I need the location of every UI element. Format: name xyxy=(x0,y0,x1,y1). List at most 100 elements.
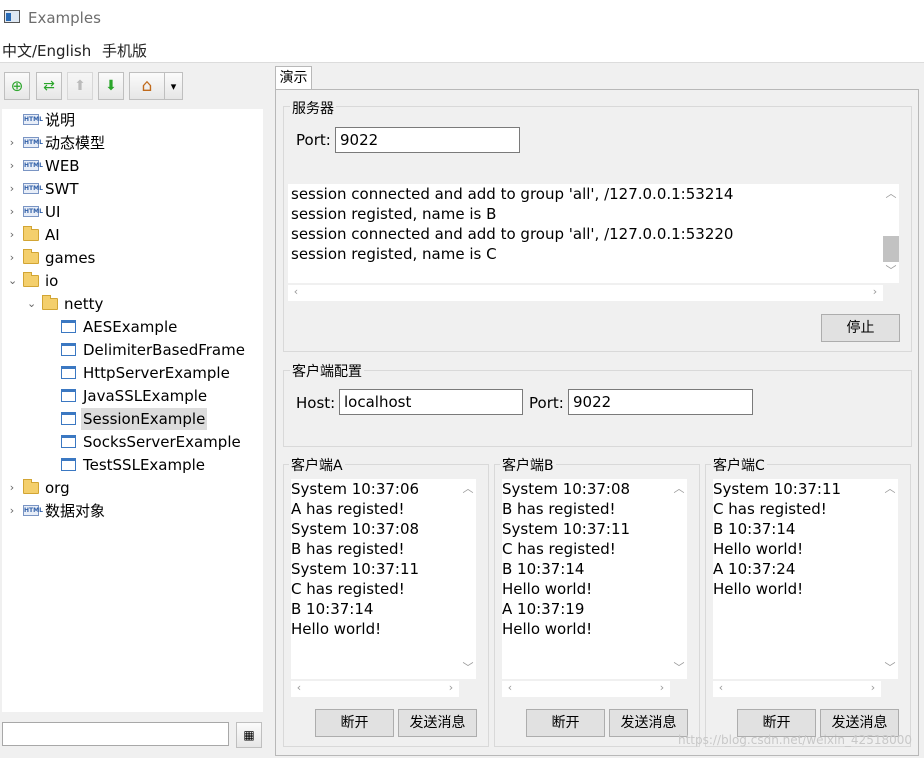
collapsed-arrow-icon[interactable]: › xyxy=(8,477,16,499)
home-icon: ⌂ xyxy=(141,76,153,96)
tree-item[interactable]: AESExample xyxy=(2,316,257,338)
server-log-hscroll[interactable]: ‹ › xyxy=(288,285,883,301)
tree-item[interactable]: › games xyxy=(2,247,257,269)
client-port-field[interactable]: 9022 xyxy=(568,389,753,415)
scroll-right-icon[interactable]: › xyxy=(443,681,459,694)
scroll-left-icon[interactable]: ‹ xyxy=(502,681,518,694)
chat-line: B has registed! xyxy=(502,500,616,518)
send-message-button[interactable]: 发送消息 xyxy=(398,709,477,737)
server-port-field[interactable]: 9022 xyxy=(335,127,520,153)
client-vscroll[interactable]: ︿ ﹀ xyxy=(882,479,898,679)
collapsed-arrow-icon[interactable]: › xyxy=(8,247,16,269)
collapsed-arrow-icon[interactable]: › xyxy=(8,224,16,246)
move-down-button[interactable]: ⬇ xyxy=(98,72,124,100)
scroll-right-icon[interactable]: › xyxy=(867,285,883,298)
scroll-down-icon[interactable]: ﹀ xyxy=(882,659,898,675)
collapsed-arrow-icon[interactable]: › xyxy=(8,500,16,522)
disconnect-button[interactable]: 断开 xyxy=(526,709,605,737)
client-message-area[interactable]: System 10:37:06 A has registed! System 10:… xyxy=(291,479,476,679)
menu-mobile[interactable]: 手机版 xyxy=(102,40,147,61)
tree-item[interactable]: › AI xyxy=(2,224,257,246)
expanded-arrow-icon[interactable]: ⌄ xyxy=(27,293,36,315)
chat-line: System 10:37:08 xyxy=(291,520,420,538)
down-icon: ⬇ xyxy=(105,78,117,94)
chat-line: System 10:37:06 xyxy=(291,480,420,498)
collapsed-arrow-icon[interactable]: › xyxy=(8,201,16,223)
scroll-left-icon[interactable]: ‹ xyxy=(713,681,729,694)
scroll-down-icon[interactable]: ﹀ xyxy=(883,262,899,278)
folder-icon xyxy=(42,295,58,310)
tree-item[interactable]: ⌄ io xyxy=(2,270,257,292)
tree-item-label: AESExample xyxy=(83,318,178,336)
collapsed-arrow-icon[interactable]: › xyxy=(8,178,16,200)
tree-item-label: JavaSSLExample xyxy=(83,387,208,405)
client-message-area[interactable]: System 10:37:08 B has registed! System 10:… xyxy=(502,479,687,679)
stop-button[interactable]: 停止 xyxy=(821,314,900,342)
folder-icon xyxy=(23,226,39,241)
window-title: Examples xyxy=(28,9,101,27)
scroll-up-icon[interactable]: ︿ xyxy=(882,480,898,496)
chat-line: A 10:37:24 xyxy=(713,560,796,578)
scroll-thumb[interactable] xyxy=(883,236,899,262)
scroll-up-icon[interactable]: ︿ xyxy=(460,480,476,496)
scroll-down-icon[interactable]: ﹀ xyxy=(671,659,687,675)
tab-demo[interactable]: 演示 xyxy=(275,66,312,90)
refresh-button[interactable]: ⇄ xyxy=(36,72,62,100)
disconnect-button[interactable]: 断开 xyxy=(315,709,394,737)
tree-item[interactable]: DelimiterBasedFrame xyxy=(2,339,257,361)
tree-item-label: WEB xyxy=(45,157,80,175)
menu-language[interactable]: 中文/English xyxy=(2,40,91,61)
log-line: session registed, name is B xyxy=(291,205,497,223)
window-icon xyxy=(61,389,76,402)
chat-line: Hello world! xyxy=(713,540,804,558)
tree-item[interactable]: › HTML 数据对象 xyxy=(2,500,257,522)
scroll-right-icon[interactable]: › xyxy=(865,681,881,694)
log-line: session registed, name is C xyxy=(291,245,497,263)
client-hscroll[interactable]: ‹ › xyxy=(502,681,670,697)
navigator-panel: ⊕ ⇄ ⬆ ⬇ ⌂ ▾ HTML 说明 › HTML 动态模型 › HTML WEB › HTML… xyxy=(0,66,270,756)
server-log-vscroll[interactable]: ︿ ﹀ xyxy=(883,184,899,283)
home-button[interactable]: ⌂ xyxy=(129,72,165,100)
chat-line: B has registed! xyxy=(291,540,405,558)
client-hscroll[interactable]: ‹ › xyxy=(291,681,459,697)
scroll-up-icon[interactable]: ︿ xyxy=(883,185,899,201)
tree-item[interactable]: › org xyxy=(2,477,257,499)
client-vscroll[interactable]: ︿ ﹀ xyxy=(460,479,476,679)
tree-item[interactable]: SessionExample xyxy=(2,408,257,430)
expanded-arrow-icon[interactable]: ⌄ xyxy=(8,270,17,292)
add-button[interactable]: ⊕ xyxy=(4,72,30,100)
tree-item[interactable]: › HTML SWT xyxy=(2,178,257,200)
client-vscroll[interactable]: ︿ ﹀ xyxy=(671,479,687,679)
tree-item[interactable]: TestSSLExample xyxy=(2,454,257,476)
collapsed-arrow-icon[interactable]: › xyxy=(8,155,16,177)
scroll-down-icon[interactable]: ﹀ xyxy=(460,659,476,675)
client-message-area[interactable]: System 10:37:11 C has registed! B 10:37:14… xyxy=(713,479,898,679)
scroll-left-icon[interactable]: ‹ xyxy=(291,681,307,694)
tree-item-label: SocksServerExample xyxy=(83,433,241,451)
server-log[interactable]: session connected and add to group 'all'… xyxy=(288,184,899,283)
tree-item[interactable]: › HTML UI xyxy=(2,201,257,223)
tree-item-label: UI xyxy=(45,203,61,221)
tree-item[interactable]: HttpServerExample xyxy=(2,362,257,384)
tree-item[interactable]: SocksServerExample xyxy=(2,431,257,453)
scroll-left-icon[interactable]: ‹ xyxy=(288,285,304,298)
collapsed-arrow-icon[interactable]: › xyxy=(8,132,16,154)
add-icon: ⊕ xyxy=(10,77,24,95)
tree-item-label: io xyxy=(45,272,59,290)
search-button[interactable]: ▦ xyxy=(236,722,262,748)
scroll-right-icon[interactable]: › xyxy=(654,681,670,694)
tree-item[interactable]: › HTML 动态模型 xyxy=(2,132,257,154)
send-message-button[interactable]: 发送消息 xyxy=(609,709,688,737)
tree-item-label: AI xyxy=(45,226,60,244)
scroll-up-icon[interactable]: ︿ xyxy=(671,480,687,496)
tree-item[interactable]: ⌄ netty xyxy=(2,293,257,315)
chat-line: A has registed! xyxy=(291,500,405,518)
tree-item[interactable]: › HTML WEB xyxy=(2,155,257,177)
host-field[interactable]: localhost xyxy=(339,389,523,415)
move-up-button[interactable]: ⬆ xyxy=(67,72,93,100)
tree-item[interactable]: HTML 说明 xyxy=(2,109,257,131)
client-hscroll[interactable]: ‹ › xyxy=(713,681,881,697)
search-input[interactable] xyxy=(2,722,229,746)
home-dropdown-button[interactable]: ▾ xyxy=(164,72,183,100)
tree-item[interactable]: JavaSSLExample xyxy=(2,385,257,407)
